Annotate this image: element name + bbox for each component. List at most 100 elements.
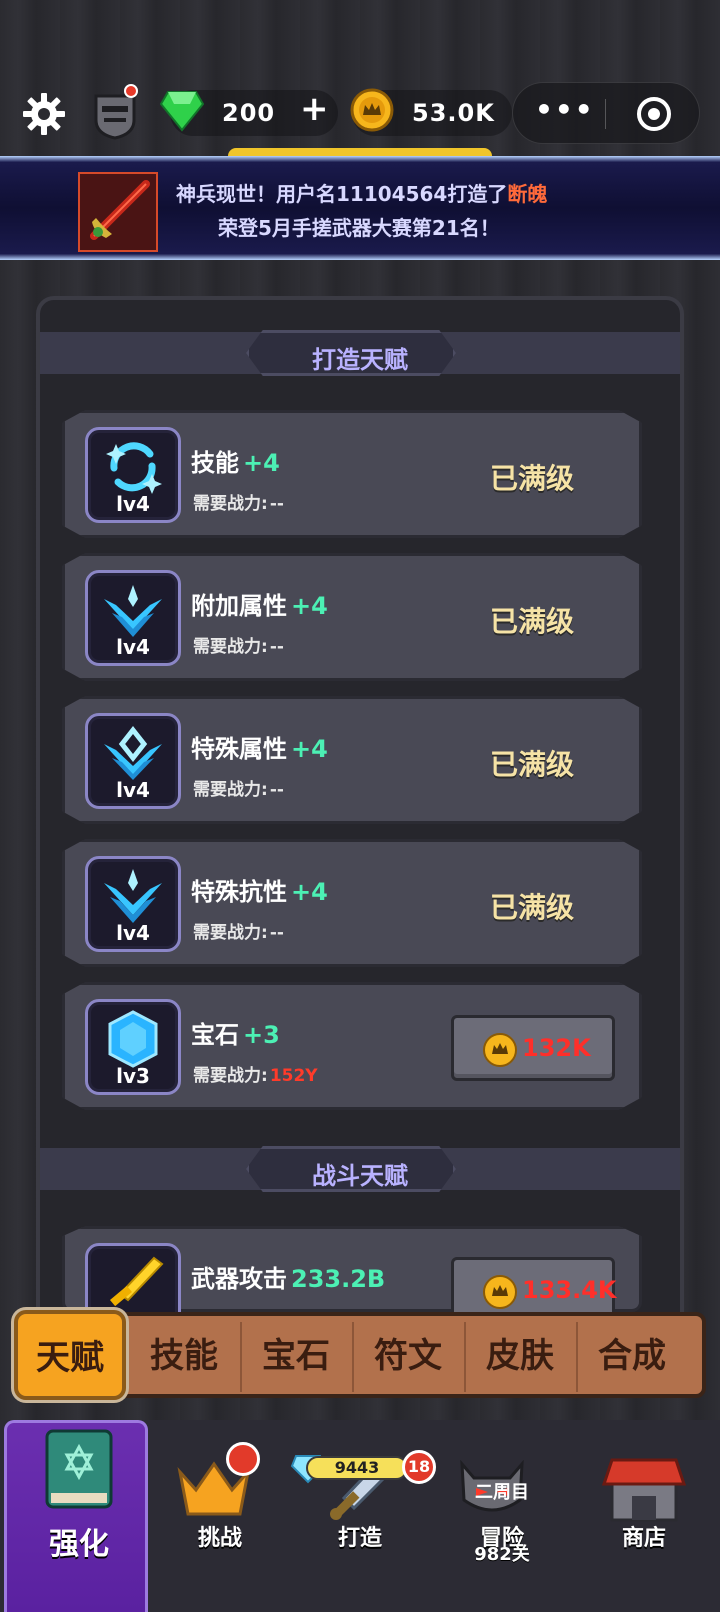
subtab-talent[interactable]: 天赋 xyxy=(14,1330,126,1379)
nav-label: 打造 xyxy=(337,1526,382,1551)
requirement-label: 需要战力: xyxy=(193,1066,268,1086)
gold-coin-icon xyxy=(350,88,394,132)
banner-line-1: 神兵现世！用户名11104564打造了断魄 xyxy=(176,178,696,210)
talent-icon-frame: lv4 xyxy=(85,856,181,952)
talent-name: 技能 +4 xyxy=(191,443,280,478)
talent-bonus: +4 xyxy=(291,592,328,620)
talent-icon-frame: lv4 xyxy=(85,713,181,809)
talent-level: lv4 xyxy=(116,778,150,802)
maxed-status: 已满级 xyxy=(490,891,575,924)
close-target-icon[interactable] xyxy=(637,97,671,131)
banner-line-2: 荣登5月手搓武器大赛第21名！ xyxy=(218,216,500,240)
talent-bonus: 233.2B xyxy=(291,1265,386,1293)
talent-bonus: +4 xyxy=(291,878,328,906)
talent-name-text: 特殊属性 xyxy=(191,735,287,763)
requirement-value: 152Y xyxy=(269,1066,318,1086)
nav-forge[interactable]: 打造 xyxy=(288,1420,432,1612)
nav-enhance[interactable]: 强化 xyxy=(4,1420,148,1612)
talent-name: 特殊属性 +4 xyxy=(191,729,328,764)
talent-level: lv4 xyxy=(116,921,150,945)
subtab-rune[interactable]: 符文 xyxy=(352,1328,464,1377)
capsule-divider xyxy=(605,99,606,129)
forge-badge: 18 xyxy=(402,1450,436,1484)
talent-requirement: 需要战力: -- xyxy=(193,489,284,514)
talent-icon-frame: lv4 xyxy=(85,427,181,523)
talent-bonus: +4 xyxy=(291,735,328,763)
nav-adventure[interactable]: 冒险 xyxy=(430,1420,574,1612)
talent-name-text: 宝石 xyxy=(191,1021,239,1049)
crest-icon xyxy=(104,869,162,923)
subtab-skill[interactable]: 技能 xyxy=(128,1328,240,1377)
talent-level: lv3 xyxy=(116,1064,150,1088)
talent-card-skill[interactable]: lv4 技能 +4 需要战力: -- 已满级 xyxy=(62,410,642,538)
requirement-label: 需要战力: xyxy=(193,780,268,800)
requirement-label: 需要战力: xyxy=(193,637,268,657)
mini-program-capsule: ••• xyxy=(512,82,700,144)
talent-card-extra-attribute[interactable]: lv4 附加属性 +4 需要战力: -- 已满级 xyxy=(62,553,642,681)
gold-coin-icon xyxy=(483,1275,517,1309)
maxed-status: 已满级 xyxy=(490,748,575,781)
requirement-label: 需要战力: xyxy=(193,923,268,943)
add-gems-button[interactable]: + xyxy=(300,91,329,127)
gem-icon xyxy=(108,1010,158,1068)
requirement-value: -- xyxy=(269,923,284,943)
green-gem-icon xyxy=(160,91,204,132)
nav-shop[interactable]: 商店 xyxy=(572,1420,716,1612)
avatar[interactable] xyxy=(90,84,140,140)
forge-count: 9443 xyxy=(306,1456,408,1480)
maxed-status: 已满级 xyxy=(490,462,575,495)
banner-weapon-name: 断魄 xyxy=(507,182,548,206)
subtab-synthesis[interactable]: 合成 xyxy=(576,1328,688,1377)
red-sword-icon xyxy=(90,180,150,240)
adventure-level: 982关 xyxy=(474,1544,530,1565)
upgrade-cost: 132K xyxy=(522,1034,591,1062)
talent-level: lv4 xyxy=(116,635,150,659)
talent-name: 武器攻击 233.2B xyxy=(191,1259,385,1294)
coin-value: 53.0K xyxy=(412,99,495,127)
upgrade-cost: 133.4K xyxy=(522,1276,617,1304)
crest-icon xyxy=(104,585,162,637)
talent-requirement: 需要战力: 152Y xyxy=(193,1061,318,1086)
talent-name-text: 技能 xyxy=(191,449,239,477)
talent-card-special-attribute[interactable]: lv4 特殊属性 +4 需要战力: -- 已满级 xyxy=(62,696,642,824)
subtab-gem[interactable]: 宝石 xyxy=(240,1328,352,1377)
talent-requirement: 需要战力: -- xyxy=(193,775,284,800)
nav-label: 商店 xyxy=(621,1526,666,1551)
requirement-label: 需要战力: xyxy=(193,494,268,514)
crest-icon xyxy=(104,725,162,780)
talent-icon-frame: lv4 xyxy=(85,570,181,666)
talent-level: lv4 xyxy=(116,492,150,516)
gear-icon[interactable] xyxy=(22,92,66,136)
talent-name-text: 特殊抗性 xyxy=(191,878,287,906)
talent-card-weapon-attack[interactable]: 武器攻击 233.2B 133.4K xyxy=(62,1226,642,1312)
subtab-skin[interactable]: 皮肤 xyxy=(464,1328,576,1377)
requirement-value: -- xyxy=(269,494,284,514)
talent-card-gem[interactable]: lv3 宝石 +3 需要战力: 152Y 132K xyxy=(62,982,642,1110)
talent-card-special-resistance[interactable]: lv4 特殊抗性 +4 需要战力: -- 已满级 xyxy=(62,839,642,967)
notification-dot xyxy=(226,1442,260,1476)
maxed-status: 已满级 xyxy=(490,605,575,638)
talent-bonus: +3 xyxy=(243,1021,280,1049)
talent-name: 特殊抗性 +4 xyxy=(191,872,328,907)
talent-name: 宝石 +3 xyxy=(191,1015,280,1050)
weapon-thumbnail xyxy=(78,172,158,252)
talent-bonus: +4 xyxy=(243,449,280,477)
nav-challenge[interactable]: 挑战 xyxy=(148,1420,292,1612)
talent-name: 附加属性 +4 xyxy=(191,586,328,621)
shop-icon xyxy=(601,1458,687,1522)
gold-coin-icon xyxy=(483,1033,517,1067)
spellbook-icon xyxy=(45,1429,113,1509)
nav-label: 强化 xyxy=(49,1527,109,1562)
banner-line-1-text: 神兵现世！用户名11104564打造了 xyxy=(176,182,508,206)
talent-requirement: 需要战力: -- xyxy=(193,918,284,943)
talent-name-text: 附加属性 xyxy=(191,592,287,620)
requirement-value: -- xyxy=(269,780,284,800)
swirl-icon xyxy=(106,442,162,494)
sub-tab-bar: 天赋 技能 宝石 符文 皮肤 合成 xyxy=(12,1310,706,1400)
upgrade-button[interactable]: 132K xyxy=(451,1015,615,1081)
more-menu-button[interactable]: ••• xyxy=(535,95,595,125)
nav-label: 挑战 xyxy=(197,1526,242,1551)
adventure-stage-label: 二周目 xyxy=(475,1482,529,1503)
requirement-value: -- xyxy=(269,637,284,657)
talent-icon-frame: lv3 xyxy=(85,999,181,1095)
